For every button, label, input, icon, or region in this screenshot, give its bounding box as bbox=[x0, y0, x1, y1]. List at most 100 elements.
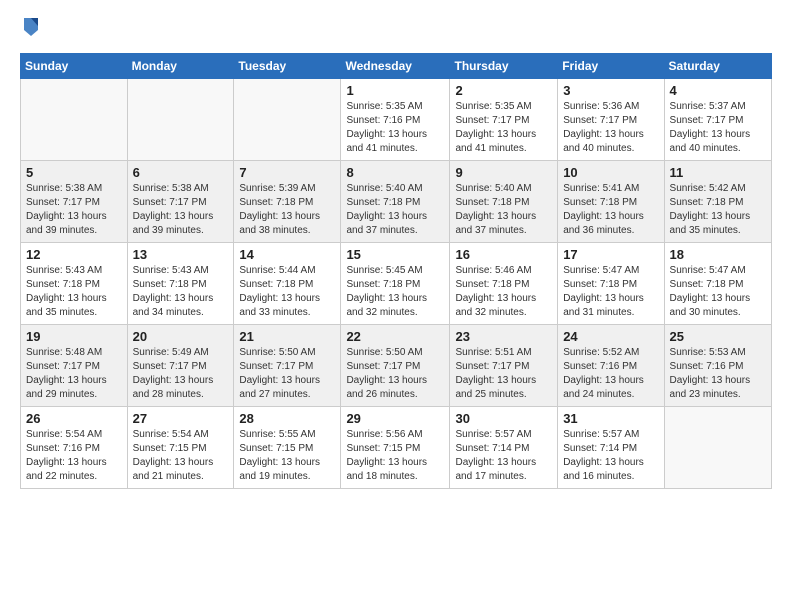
day-number: 17 bbox=[563, 247, 658, 262]
day-cell bbox=[664, 407, 771, 489]
day-cell: 26Sunrise: 5:54 AMSunset: 7:16 PMDayligh… bbox=[21, 407, 128, 489]
weekday-header-monday: Monday bbox=[127, 54, 234, 79]
day-cell: 4 Sunrise: 5:37 AMSunset: 7:17 PMDaylight… bbox=[664, 79, 771, 161]
day-cell: 27 Sunrise: 5:54 AMSunset: 7:15 PMDayligh… bbox=[127, 407, 234, 489]
day-number: 11 bbox=[670, 165, 766, 180]
day-cell: 22 Sunrise: 5:50 AMSunset: 7:17 PMDayligh… bbox=[341, 325, 450, 407]
day-cell: 1 Sunrise: 5:35 AMSunset: 7:16 PMDaylight… bbox=[341, 79, 450, 161]
weekday-header-row: SundayMondayTuesdayWednesdayThursdayFrid… bbox=[21, 54, 772, 79]
logo-text bbox=[20, 16, 40, 43]
day-info: Sunrise: 5:55 AMSunset: 7:15 PMDaylight:… bbox=[239, 428, 335, 484]
day-cell: 12 Sunrise: 5:43 AMSunset: 7:18 PMDayligh… bbox=[21, 243, 128, 325]
day-cell: 24 Sunrise: 5:52 AMSunset: 7:16 PMDayligh… bbox=[558, 325, 664, 407]
day-cell: 13Sunrise: 5:43 AMSunset: 7:18 PMDayligh… bbox=[127, 243, 234, 325]
logo bbox=[20, 16, 40, 43]
weekday-header-sunday: Sunday bbox=[21, 54, 128, 79]
day-number: 29 bbox=[346, 411, 444, 426]
day-number: 6 bbox=[133, 165, 229, 180]
day-info: Sunrise: 5:35 AMSunset: 7:16 PMDaylight:… bbox=[346, 100, 444, 156]
day-number: 18 bbox=[670, 247, 766, 262]
day-number: 3 bbox=[563, 83, 658, 98]
calendar-page: SundayMondayTuesdayWednesdayThursdayFrid… bbox=[0, 0, 792, 612]
day-info: Sunrise: 5:56 AMSunset: 7:15 PMDaylight:… bbox=[346, 428, 444, 484]
day-number: 15 bbox=[346, 247, 444, 262]
day-cell: 21 Sunrise: 5:50 AMSunset: 7:17 PMDayligh… bbox=[234, 325, 341, 407]
day-number: 21 bbox=[239, 329, 335, 344]
day-cell: 3 Sunrise: 5:36 AMSunset: 7:17 PMDaylight… bbox=[558, 79, 664, 161]
week-row-1: 1 Sunrise: 5:35 AMSunset: 7:16 PMDaylight… bbox=[21, 79, 772, 161]
day-info: Sunrise: 5:40 AMSunset: 7:18 PMDaylight:… bbox=[455, 182, 552, 238]
day-cell: 15Sunrise: 5:45 AMSunset: 7:18 PMDayligh… bbox=[341, 243, 450, 325]
day-number: 2 bbox=[455, 83, 552, 98]
day-number: 16 bbox=[455, 247, 552, 262]
weekday-header-thursday: Thursday bbox=[450, 54, 558, 79]
day-cell: 7Sunrise: 5:39 AMSunset: 7:18 PMDaylight… bbox=[234, 161, 341, 243]
day-cell: 16 Sunrise: 5:46 AMSunset: 7:18 PMDayligh… bbox=[450, 243, 558, 325]
day-cell: 10 Sunrise: 5:41 AMSunset: 7:18 PMDayligh… bbox=[558, 161, 664, 243]
day-info: Sunrise: 5:37 AMSunset: 7:17 PMDaylight:… bbox=[670, 100, 766, 156]
day-info: Sunrise: 5:42 AMSunset: 7:18 PMDaylight:… bbox=[670, 182, 766, 238]
day-cell: 18 Sunrise: 5:47 AMSunset: 7:18 PMDayligh… bbox=[664, 243, 771, 325]
day-cell: 11 Sunrise: 5:42 AMSunset: 7:18 PMDayligh… bbox=[664, 161, 771, 243]
day-number: 24 bbox=[563, 329, 658, 344]
calendar-table: SundayMondayTuesdayWednesdayThursdayFrid… bbox=[20, 53, 772, 489]
day-cell: 23Sunrise: 5:51 AMSunset: 7:17 PMDayligh… bbox=[450, 325, 558, 407]
weekday-header-wednesday: Wednesday bbox=[341, 54, 450, 79]
day-info: Sunrise: 5:41 AMSunset: 7:18 PMDaylight:… bbox=[563, 182, 658, 238]
day-info: Sunrise: 5:38 AMSunset: 7:17 PMDaylight:… bbox=[26, 182, 122, 238]
day-number: 28 bbox=[239, 411, 335, 426]
day-number: 22 bbox=[346, 329, 444, 344]
day-info: Sunrise: 5:36 AMSunset: 7:17 PMDaylight:… bbox=[563, 100, 658, 156]
day-info: Sunrise: 5:35 AMSunset: 7:17 PMDaylight:… bbox=[455, 100, 552, 156]
day-cell: 31 Sunrise: 5:57 AMSunset: 7:14 PMDayligh… bbox=[558, 407, 664, 489]
day-cell: 5 Sunrise: 5:38 AMSunset: 7:17 PMDaylight… bbox=[21, 161, 128, 243]
day-cell: 2 Sunrise: 5:35 AMSunset: 7:17 PMDaylight… bbox=[450, 79, 558, 161]
day-number: 5 bbox=[26, 165, 122, 180]
day-info: Sunrise: 5:54 AMSunset: 7:15 PMDaylight:… bbox=[133, 428, 229, 484]
day-number: 14 bbox=[239, 247, 335, 262]
day-number: 26 bbox=[26, 411, 122, 426]
day-number: 13 bbox=[133, 247, 229, 262]
day-number: 20 bbox=[133, 329, 229, 344]
day-info: Sunrise: 5:57 AMSunset: 7:14 PMDaylight:… bbox=[563, 428, 658, 484]
header bbox=[20, 16, 772, 43]
day-cell: 30 Sunrise: 5:57 AMSunset: 7:14 PMDayligh… bbox=[450, 407, 558, 489]
day-number: 19 bbox=[26, 329, 122, 344]
day-cell bbox=[127, 79, 234, 161]
day-number: 4 bbox=[670, 83, 766, 98]
day-cell: 28 Sunrise: 5:55 AMSunset: 7:15 PMDayligh… bbox=[234, 407, 341, 489]
day-cell: 20 Sunrise: 5:49 AMSunset: 7:17 PMDayligh… bbox=[127, 325, 234, 407]
weekday-header-saturday: Saturday bbox=[664, 54, 771, 79]
day-number: 30 bbox=[455, 411, 552, 426]
week-row-4: 19Sunrise: 5:48 AMSunset: 7:17 PMDayligh… bbox=[21, 325, 772, 407]
day-info: Sunrise: 5:47 AMSunset: 7:18 PMDaylight:… bbox=[670, 264, 766, 320]
day-number: 7 bbox=[239, 165, 335, 180]
day-number: 8 bbox=[346, 165, 444, 180]
day-info: Sunrise: 5:46 AMSunset: 7:18 PMDaylight:… bbox=[455, 264, 552, 320]
day-cell: 29 Sunrise: 5:56 AMSunset: 7:15 PMDayligh… bbox=[341, 407, 450, 489]
day-number: 9 bbox=[455, 165, 552, 180]
day-cell: 25Sunrise: 5:53 AMSunset: 7:16 PMDayligh… bbox=[664, 325, 771, 407]
day-info: Sunrise: 5:38 AMSunset: 7:17 PMDaylight:… bbox=[133, 182, 229, 238]
day-number: 31 bbox=[563, 411, 658, 426]
day-info: Sunrise: 5:49 AMSunset: 7:17 PMDaylight:… bbox=[133, 346, 229, 402]
day-number: 23 bbox=[455, 329, 552, 344]
day-info: Sunrise: 5:50 AMSunset: 7:17 PMDaylight:… bbox=[239, 346, 335, 402]
day-number: 12 bbox=[26, 247, 122, 262]
day-cell: 17Sunrise: 5:47 AMSunset: 7:18 PMDayligh… bbox=[558, 243, 664, 325]
day-cell: 19Sunrise: 5:48 AMSunset: 7:17 PMDayligh… bbox=[21, 325, 128, 407]
day-cell bbox=[234, 79, 341, 161]
day-info: Sunrise: 5:44 AMSunset: 7:18 PMDaylight:… bbox=[239, 264, 335, 320]
day-number: 1 bbox=[346, 83, 444, 98]
day-cell bbox=[21, 79, 128, 161]
day-info: Sunrise: 5:50 AMSunset: 7:17 PMDaylight:… bbox=[346, 346, 444, 402]
day-number: 27 bbox=[133, 411, 229, 426]
logo-icon bbox=[22, 16, 40, 38]
week-row-3: 12 Sunrise: 5:43 AMSunset: 7:18 PMDayligh… bbox=[21, 243, 772, 325]
day-info: Sunrise: 5:43 AMSunset: 7:18 PMDaylight:… bbox=[26, 264, 122, 320]
day-info: Sunrise: 5:40 AMSunset: 7:18 PMDaylight:… bbox=[346, 182, 444, 238]
day-info: Sunrise: 5:57 AMSunset: 7:14 PMDaylight:… bbox=[455, 428, 552, 484]
day-cell: 6 Sunrise: 5:38 AMSunset: 7:17 PMDaylight… bbox=[127, 161, 234, 243]
day-number: 10 bbox=[563, 165, 658, 180]
day-info: Sunrise: 5:52 AMSunset: 7:16 PMDaylight:… bbox=[563, 346, 658, 402]
